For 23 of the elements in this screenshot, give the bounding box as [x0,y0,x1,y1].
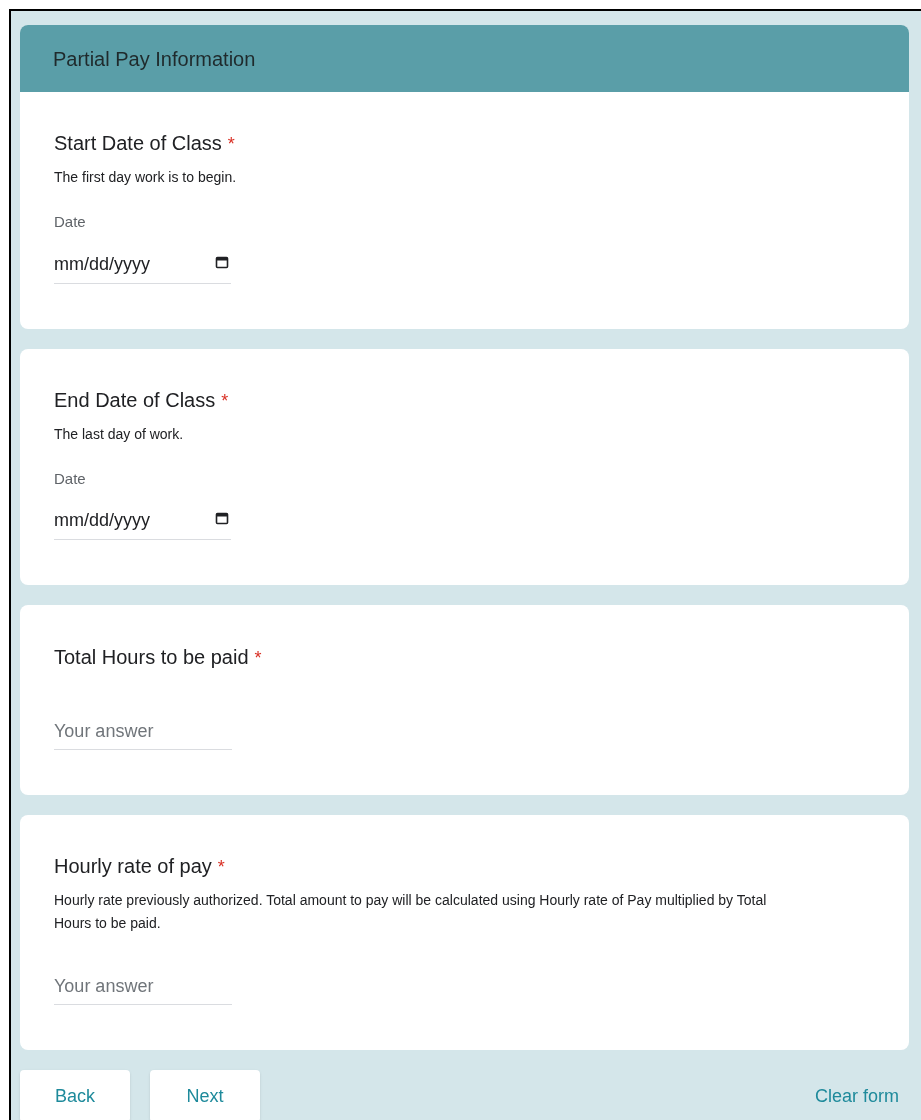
question-description: The first day work is to begin. [54,168,238,187]
answer-field[interactable]: Your answer [54,720,232,750]
clear-form-link[interactable]: Clear form [815,1082,909,1110]
question-title: Total Hours to be paid [54,645,249,670]
required-mark: * [217,856,225,879]
question-description: The last day of work. [54,424,185,444]
nav-button[interactable]: Back [20,1070,130,1120]
question-title: End Date of Class [54,387,216,413]
required-mark: * [227,133,235,156]
nav-button[interactable]: Next [150,1070,260,1120]
question-description: Hourly rate previously authorized. Total amount to pay will be calculated using Hourly rate of Pay multiplied by Total Hours to be paid. [54,891,768,933]
date-field[interactable]: mm/dd/yyyy [54,507,231,540]
field-label: Date [54,212,87,232]
field-label: Date [54,468,87,489]
date-field[interactable]: mm/dd/yyyy [54,250,231,284]
calendar-icon[interactable] [215,511,229,525]
question-title: Start Date of Class [54,131,222,156]
required-mark: * [221,389,229,413]
required-mark: * [254,647,262,670]
answer-field[interactable]: Your answer [54,975,232,1005]
calendar-icon[interactable] [215,254,229,269]
section-title: Partial Pay Information [53,46,256,72]
question-title: Hourly rate of pay [54,854,212,879]
